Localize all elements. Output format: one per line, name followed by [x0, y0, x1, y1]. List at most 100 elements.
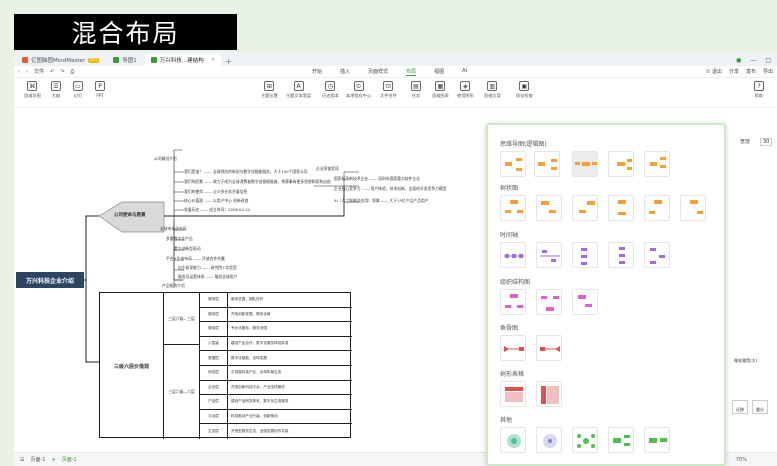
- layout-thumb[interactable]: [536, 381, 562, 407]
- zoom-level[interactable]: 70%: [736, 457, 747, 463]
- table-row[interactable]: 产品层 建设产品研发体系，数字化生态服务: [200, 395, 352, 410]
- panel-font-select[interactable]: 微软雅黑(大): [734, 358, 757, 364]
- menu-ai[interactable]: AI: [462, 68, 467, 76]
- table-row[interactable]: 生态层 开放型服务生态，全面发展协作共赢: [200, 424, 352, 439]
- layout-thumb[interactable]: [536, 427, 562, 453]
- page-selector[interactable]: 页面-1: [30, 456, 45, 463]
- layout-thumb[interactable]: [500, 195, 526, 221]
- topic-position-button[interactable]: ⊞ 主题位置: [261, 81, 278, 99]
- print-icon[interactable]: ⎙: [70, 69, 74, 75]
- root-topic[interactable]: 万兴科技企业介绍: [16, 272, 84, 288]
- table-row[interactable]: 服务层 专业化服务，服务全国: [200, 322, 352, 337]
- mindmap-mode-button[interactable]: ⌘ 思维导图: [24, 81, 41, 99]
- group-two[interactable]: 三层六级—六层: [164, 345, 200, 439]
- forward-icon[interactable]: ›: [26, 69, 28, 75]
- tab-current-doc[interactable]: 万兴科技…建结构 ×: [144, 54, 222, 66]
- layout-thumb[interactable]: [608, 195, 634, 221]
- layout-thumb[interactable]: [572, 289, 598, 315]
- shape-button[interactable]: ◈ 使用图形: [457, 81, 474, 99]
- add-page-button[interactable]: +: [51, 457, 55, 463]
- strategy-line[interactable]: 自主研发能力 —— 研究院+实验室: [178, 265, 237, 271]
- layout-thumb[interactable]: [572, 242, 598, 268]
- overview-line[interactable]: 我们的使命 —— 让众多业务开展信息: [184, 189, 247, 195]
- layout-thumb[interactable]: [572, 427, 598, 453]
- quit-button[interactable]: ① 退出: [706, 68, 722, 75]
- honor-line[interactable]: 国家级高新技术企业 —— 深圳市国家重点软件企业: [334, 176, 420, 182]
- layout-thumb[interactable]: [608, 427, 634, 453]
- redo-icon[interactable]: ↷: [60, 69, 64, 75]
- layout-thumb[interactable]: [500, 335, 526, 361]
- outline-mode-button[interactable]: ☰ 大纲: [51, 81, 61, 99]
- panel-size-input[interactable]: 30: [760, 138, 773, 146]
- layout-thumb[interactable]: [536, 195, 562, 221]
- panel-btn-redistribute[interactable]: 重分: [752, 400, 768, 414]
- check-button[interactable]: ▣ 保存检查: [516, 81, 533, 99]
- layout-thumb[interactable]: [500, 151, 526, 177]
- table-row[interactable]: 服务层 服务全国，团队协作: [200, 293, 352, 308]
- menu-layout[interactable]: 布局: [406, 68, 417, 76]
- strategy-line[interactable]: 全球市场化布局: [160, 226, 187, 232]
- layout-thumb[interactable]: [644, 151, 670, 177]
- menu-view[interactable]: 视图: [434, 68, 444, 76]
- strategy-line[interactable]: 平台+生态布局 —— 开放合作共赢: [166, 256, 225, 262]
- layout-thumb[interactable]: [534, 151, 560, 177]
- branch-mission[interactable]: 公司使命与愿景: [114, 212, 146, 218]
- layout-thumb-selected[interactable]: [572, 151, 598, 177]
- local-save-button[interactable]: ⊙ 本地保存中心: [346, 81, 371, 99]
- menu-page-style[interactable]: 页面样式: [368, 68, 388, 76]
- layout-thumb[interactable]: [644, 427, 670, 453]
- honor-line[interactable]: 企业核心竞争力 —— 用户体验，技术创新，全面的开发竞争力模型: [334, 186, 447, 192]
- page-list-icon[interactable]: ☰: [20, 457, 24, 463]
- layout-thumb[interactable]: [536, 335, 562, 361]
- strategy-line[interactable]: 产品矩阵介绍: [162, 283, 185, 289]
- back-icon[interactable]: ‹: [18, 69, 20, 75]
- layout-thumb[interactable]: [500, 242, 526, 268]
- overview-line[interactable]: 我们是谁？ —— 全球领先的新创与数字化赋能服务，大于150个国家公司: [184, 169, 308, 175]
- share-button[interactable]: 分享: [729, 68, 739, 75]
- user-avatar-icon[interactable]: ●: [736, 57, 741, 64]
- tab-home[interactable]: 亿图脑图MindMaster Pro: [16, 54, 105, 66]
- history-button[interactable]: ◷ 历史版本: [322, 81, 339, 99]
- layout-thumb[interactable]: [608, 242, 634, 268]
- file-menu[interactable]: 文件: [34, 68, 44, 75]
- strategy-line[interactable]: 重大创新型驱动: [174, 246, 201, 252]
- layout-thumb[interactable]: [644, 195, 670, 221]
- undo-icon[interactable]: ↶: [50, 69, 54, 75]
- layout-thumb[interactable]: [572, 195, 598, 221]
- panel-btn-move[interactable]: 迁移: [732, 400, 748, 414]
- menu-start[interactable]: 开始: [312, 68, 322, 76]
- export-button[interactable]: 导出: [763, 68, 773, 75]
- copy-button[interactable]: ▥ 思维文案: [484, 81, 501, 99]
- layout-thumb[interactable]: [536, 242, 562, 268]
- topic-width-button[interactable]: A 主题文本宽度: [286, 81, 311, 99]
- close-tab-icon[interactable]: ×: [211, 57, 216, 63]
- branch-values[interactable]: 三级六层价值观: [100, 293, 164, 439]
- honor-label[interactable]: 企业荣誉奖项: [316, 166, 339, 172]
- layout-thumb[interactable]: [608, 151, 634, 177]
- table-row[interactable]: 六层级 建设产品合作，数字化服务体验标准: [200, 336, 352, 352]
- menu-insert[interactable]: 插入: [340, 68, 350, 76]
- overview-label[interactable]: 公司概况介绍: [154, 156, 177, 162]
- table-row[interactable]: 数据层 数字化赋能，全球发展: [200, 351, 352, 366]
- overview-line[interactable]: 核心价值观 —— 以用户中心 创新改变: [184, 198, 248, 204]
- strategy-line[interactable]: 服务及运营体系 —— 服务全球用户: [178, 274, 237, 280]
- tab-map1[interactable]: 导图1: [107, 54, 143, 66]
- layout-thumb[interactable]: [536, 289, 562, 315]
- maximize-icon[interactable]: □: [765, 57, 771, 64]
- page-tab[interactable]: 页面-1: [62, 456, 77, 463]
- strategy-line[interactable]: 多重数字化产品: [166, 236, 193, 242]
- group-one[interactable]: 三层六级—三层: [164, 293, 200, 345]
- layout-thumb[interactable]: [500, 381, 526, 407]
- help-button[interactable]: ? 帮助: [754, 81, 764, 99]
- minimize-icon[interactable]: —: [750, 57, 756, 64]
- layout-thumb[interactable]: [500, 289, 526, 315]
- chart-button[interactable]: ▦ 思维图表: [432, 81, 449, 99]
- slides-mode-button[interactable]: ▭ 幻灯: [73, 81, 83, 99]
- honor-line[interactable]: AI（人工智能及应用）领域 —— 大于15亿产品产品用户: [334, 198, 429, 204]
- task-button[interactable]: ▤ 任务: [411, 81, 421, 99]
- ppt-mode-button[interactable]: P PPT: [95, 81, 105, 98]
- publish-button[interactable]: 发布: [746, 68, 756, 75]
- layout-thumb[interactable]: [680, 195, 706, 221]
- layout-thumb[interactable]: [500, 427, 526, 453]
- table-row[interactable]: 企业层 开放创新科技平台，产业全球服务: [200, 380, 352, 396]
